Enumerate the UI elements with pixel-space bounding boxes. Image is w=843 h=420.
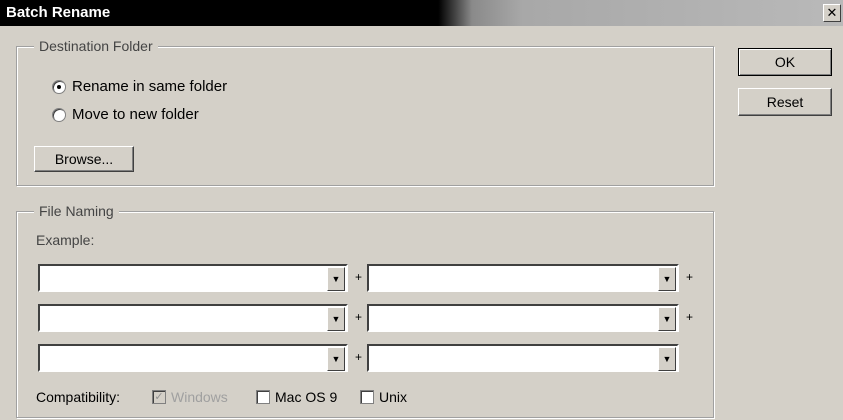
reset-button[interactable]: Reset	[738, 88, 832, 116]
example-label: Example:	[36, 232, 95, 248]
file-naming-legend: File Naming	[34, 203, 119, 219]
naming-combo-1-right[interactable]: ▼	[367, 264, 679, 292]
plus-sign: +	[355, 270, 363, 284]
chevron-down-icon[interactable]: ▼	[327, 267, 345, 291]
chevron-down-icon[interactable]: ▼	[327, 307, 345, 331]
checkbox-mac-os-9[interactable]: Mac OS 9	[256, 389, 337, 405]
chevron-down-icon[interactable]: ▼	[658, 307, 676, 331]
close-icon[interactable]: ✕	[823, 4, 841, 22]
checkbox-label: Unix	[379, 389, 408, 405]
radio-button[interactable]	[52, 79, 66, 94]
naming-combo-2-right[interactable]: ▼	[367, 304, 679, 332]
plus-sign: +	[686, 310, 694, 324]
browse-button[interactable]: Browse...	[34, 146, 134, 172]
checkbox-label: Windows	[171, 389, 228, 405]
checkbox-unix[interactable]: Unix	[360, 389, 407, 405]
naming-combo-1-left[interactable]: ▼	[38, 264, 348, 292]
chevron-down-icon[interactable]: ▼	[658, 267, 676, 291]
check-icon: ✓	[152, 390, 166, 404]
chevron-down-icon[interactable]: ▼	[658, 347, 676, 371]
checkbox-windows: ✓ Windows	[152, 389, 228, 405]
naming-combo-3-left[interactable]: ▼	[38, 344, 348, 372]
radio-label: Move to new folder	[72, 106, 199, 123]
radio-label: Rename in same folder	[72, 78, 228, 95]
plus-sign: +	[686, 270, 694, 284]
plus-sign: +	[355, 350, 363, 364]
plus-sign: +	[355, 310, 363, 324]
naming-combo-3-right[interactable]: ▼	[367, 344, 679, 372]
radio-button[interactable]	[52, 107, 66, 122]
naming-combo-2-left[interactable]: ▼	[38, 304, 348, 332]
chevron-down-icon[interactable]: ▼	[327, 347, 345, 371]
compatibility-label: Compatibility:	[36, 389, 121, 405]
radio-rename-same-folder[interactable]: Rename in same folder	[52, 78, 227, 95]
checkbox-label: Mac OS 9	[275, 389, 338, 405]
window-title: Batch Rename	[6, 4, 111, 21]
title-bar: Batch Rename ✕	[0, 0, 843, 26]
checkbox-box[interactable]	[256, 390, 270, 404]
ok-button[interactable]: OK	[738, 48, 832, 76]
radio-move-new-folder[interactable]: Move to new folder	[52, 106, 199, 123]
destination-folder-legend: Destination Folder	[34, 38, 158, 54]
checkbox-box[interactable]	[360, 390, 374, 404]
